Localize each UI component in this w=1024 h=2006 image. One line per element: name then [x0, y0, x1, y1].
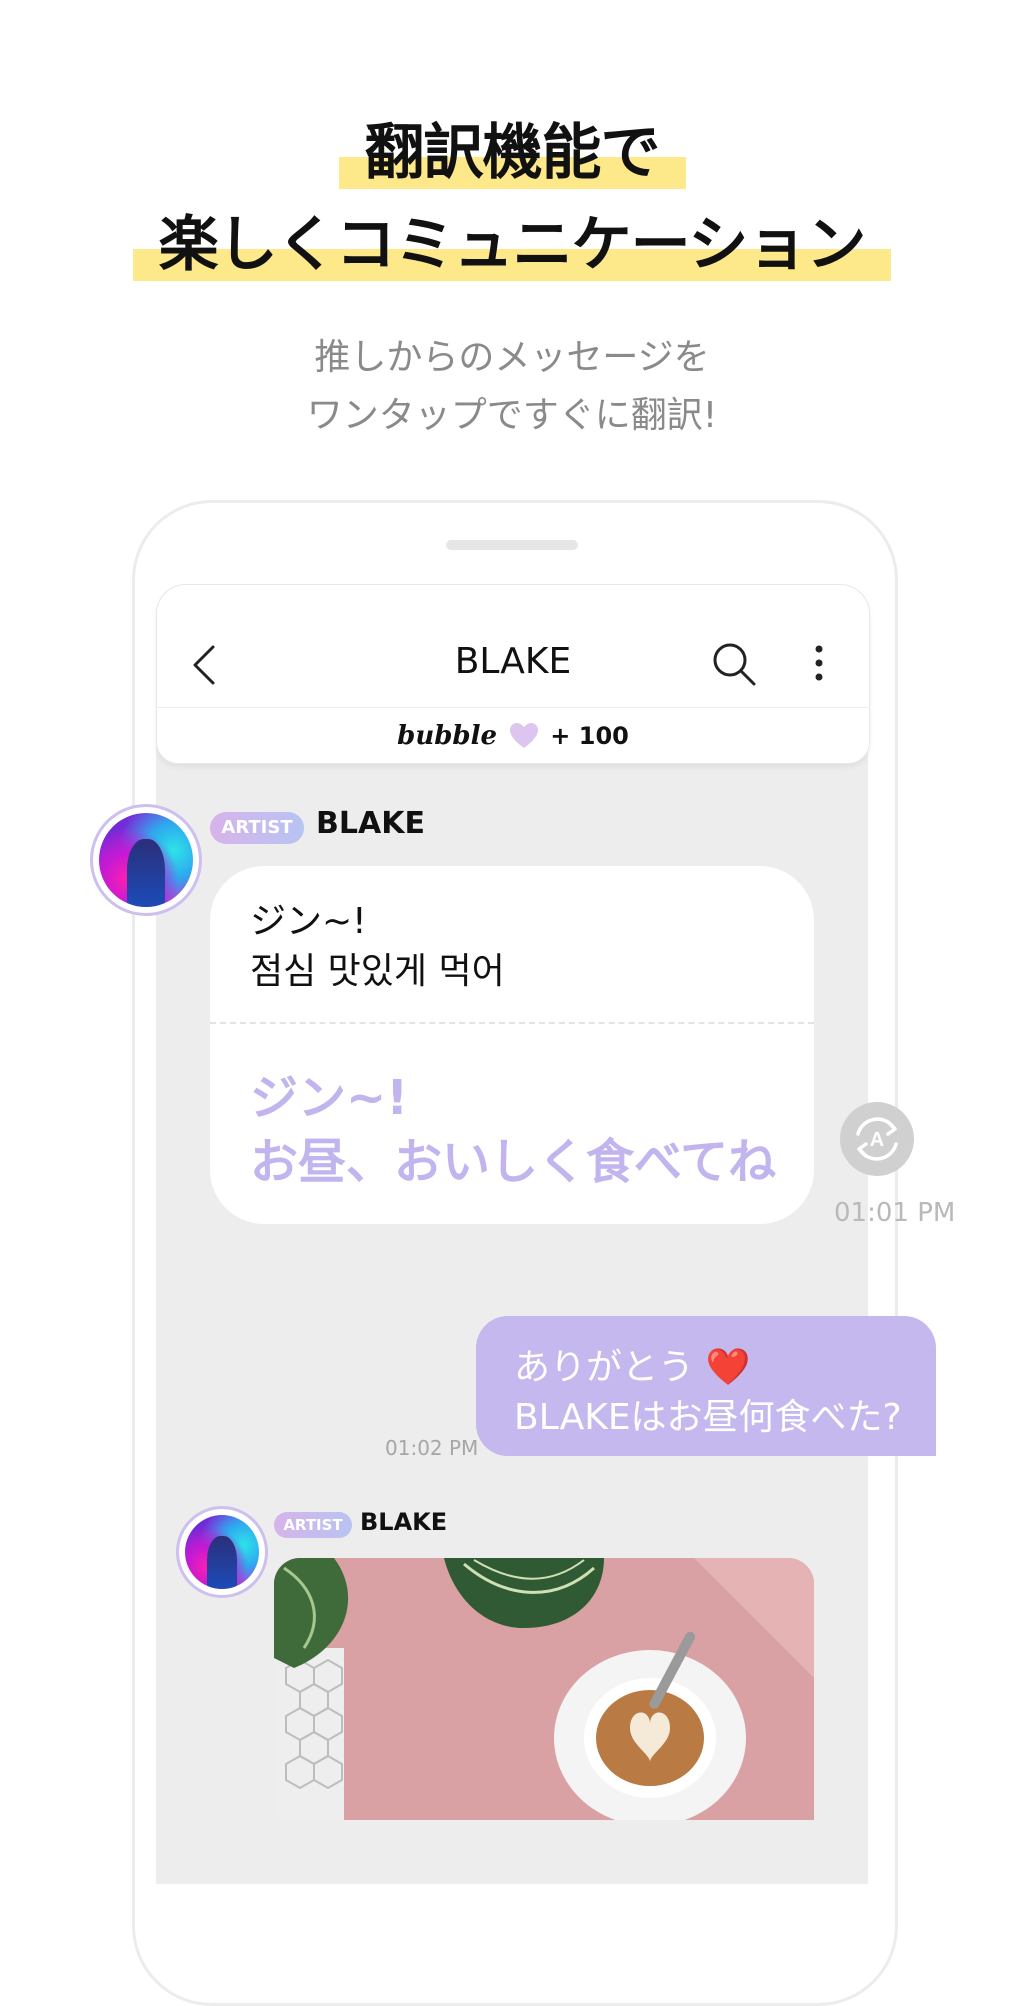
artist-badge: ARTIST: [210, 812, 304, 844]
bubble-logo: bubble: [397, 721, 498, 751]
translate-button[interactable]: A: [840, 1102, 914, 1176]
subheadline-line-2: ワンタップですぐに翻訳!: [306, 395, 718, 436]
chat-title: BLAKE: [454, 641, 572, 682]
app-bar-divider: [157, 707, 869, 708]
avatar[interactable]: [90, 804, 202, 916]
message-card[interactable]: ジン~! 점심 맛있게 먹어 ジン~! お昼、おいしく食べてね: [210, 866, 814, 1224]
svg-text:A: A: [870, 1129, 884, 1151]
translate-icon: A: [856, 1117, 898, 1161]
avatar[interactable]: [176, 1506, 268, 1598]
phone-notch: [446, 540, 578, 550]
more-vertical-icon[interactable]: [811, 641, 827, 685]
heart-icon: [509, 722, 539, 756]
translated-text-line-2: お昼、おいしく食べてね: [250, 1134, 777, 1190]
bubble-points-row: bubble + 100: [157, 721, 869, 756]
bubble-count: + 100: [550, 722, 629, 750]
artist-badge: ARTIST: [274, 1512, 352, 1538]
original-text-line-1: ジン~!: [250, 901, 367, 942]
app-bar: BLAKE bubble + 100: [156, 584, 870, 764]
subheadline-line-1: 推しからのメッセージを: [314, 337, 710, 378]
headline-line-1: 翻訳機能で: [0, 104, 1024, 191]
headline-line-2: 楽しくコミュニケーション: [0, 196, 1024, 283]
search-icon[interactable]: [711, 641, 757, 687]
original-text-line-2: 점심 맛있게 먹어: [250, 951, 505, 992]
my-message-line-2: BLAKEはお昼何食べた?: [514, 1397, 902, 1438]
sender-name: BLAKE: [316, 806, 425, 841]
translated-text-line-1: ジン~!: [250, 1070, 409, 1126]
photo-message[interactable]: [274, 1558, 814, 1820]
sender-name: BLAKE: [360, 1508, 448, 1536]
message-time: 01:01 PM: [834, 1198, 956, 1228]
translation-divider: [210, 1022, 814, 1024]
my-message-bubble[interactable]: ありがとう ❤️ BLAKEはお昼何食べた?: [476, 1316, 936, 1456]
my-message-time: 01:02 PM: [385, 1436, 479, 1460]
my-message-line-1: ありがとう ❤️: [514, 1347, 751, 1388]
